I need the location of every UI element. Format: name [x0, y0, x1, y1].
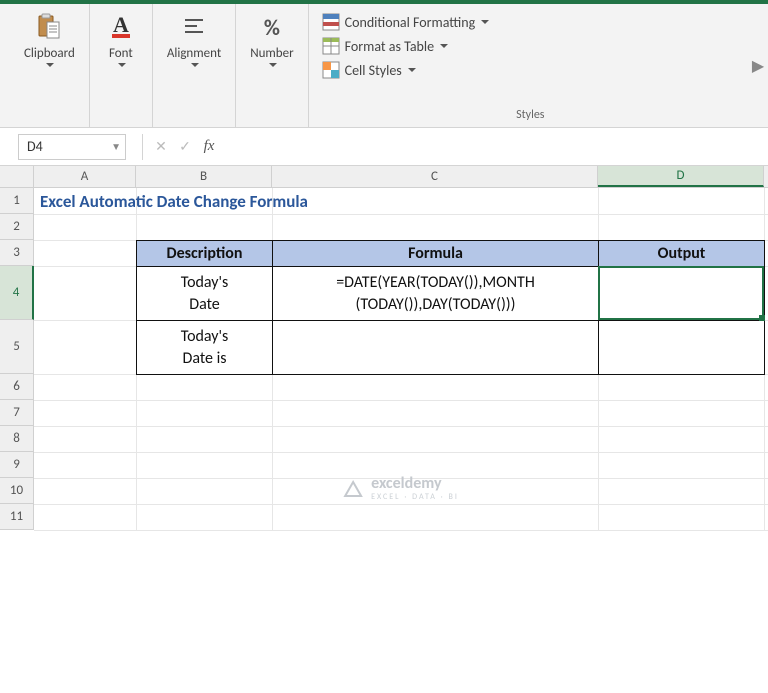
select-all-corner[interactable] — [0, 166, 34, 187]
conditional-formatting-icon — [321, 12, 341, 32]
row-head[interactable]: 1 — [0, 188, 34, 214]
row-head[interactable]: 10 — [0, 478, 34, 504]
cell-styles-button[interactable]: Cell Styles — [321, 58, 490, 82]
cell-output[interactable] — [599, 321, 765, 375]
col-head-A[interactable]: A — [34, 166, 136, 187]
chevron-down-icon — [191, 63, 199, 67]
data-table: Description Formula Output Today'sDate =… — [136, 240, 765, 375]
table-header[interactable]: Output — [599, 241, 765, 267]
enter-formula-button[interactable]: ✓ — [173, 135, 197, 159]
row-head[interactable]: 4 — [0, 266, 34, 320]
worksheet-grid[interactable]: A B C D 1 2 3 4 5 6 7 8 9 10 11 — [0, 166, 768, 693]
formula-input[interactable] — [221, 134, 768, 160]
ribbon-group-clipboard: Clipboard — [10, 4, 90, 128]
cell-description[interactable]: Today'sDate is — [137, 321, 273, 375]
row-head[interactable]: 9 — [0, 452, 34, 478]
alignment-icon — [177, 10, 211, 44]
formula-bar: D4 ▼ ✕ ✓ fx — [0, 128, 768, 166]
table-row: Today'sDate is — [137, 321, 765, 375]
col-head-B[interactable]: B — [136, 166, 272, 187]
chevron-down-icon — [440, 44, 448, 48]
exceldemy-logo-icon — [343, 478, 363, 498]
row-head[interactable]: 11 — [0, 504, 34, 530]
row-head[interactable]: 5 — [0, 320, 34, 374]
row-head[interactable]: 6 — [0, 374, 34, 400]
ribbon-group-alignment: Alignment — [153, 4, 236, 128]
row-head[interactable]: 7 — [0, 400, 34, 426]
font-button[interactable]: A Font — [104, 10, 138, 67]
name-box[interactable]: D4 ▼ — [18, 134, 126, 160]
svg-text:A: A — [113, 12, 129, 37]
cell-description[interactable]: Today'sDate — [137, 267, 273, 321]
number-label: Number — [250, 46, 293, 61]
conditional-formatting-button[interactable]: Conditional Formatting — [321, 10, 490, 34]
insert-function-button[interactable]: fx — [197, 135, 221, 159]
chevron-down-icon — [269, 63, 277, 67]
chevron-down-icon — [118, 63, 126, 67]
format-as-table-button[interactable]: Format as Table — [321, 34, 490, 58]
row-head[interactable]: 8 — [0, 426, 34, 452]
format-as-table-icon — [321, 36, 341, 56]
col-head-D[interactable]: D — [598, 166, 764, 187]
clipboard-button[interactable]: Clipboard — [24, 10, 75, 67]
styles-group-label: Styles — [516, 108, 544, 124]
table-header[interactable]: Formula — [273, 241, 599, 267]
paste-icon — [32, 10, 66, 44]
alignment-label: Alignment — [167, 46, 221, 61]
cell-output[interactable] — [599, 267, 765, 321]
cell-styles-icon — [321, 60, 341, 80]
cancel-formula-button[interactable]: ✕ — [149, 135, 173, 159]
ribbon-group-font: A Font — [90, 4, 153, 128]
clipboard-label: Clipboard — [24, 46, 75, 61]
row-head[interactable]: 3 — [0, 240, 34, 266]
chevron-down-icon — [46, 63, 54, 67]
row-head[interactable]: 2 — [0, 214, 34, 240]
number-button[interactable]: % Number — [250, 10, 293, 67]
chevron-down-icon — [481, 20, 489, 24]
alignment-button[interactable]: Alignment — [167, 10, 221, 67]
cell-formula[interactable]: =DATE(YEAR(TODAY()),MONTH(TODAY()),DAY(T… — [273, 267, 599, 321]
chevron-down-icon — [408, 68, 416, 72]
percent-icon: % — [255, 10, 289, 44]
ribbon-group-number: % Number — [236, 4, 308, 128]
table-row: Today'sDate =DATE(YEAR(TODAY()),MONTH(TO… — [137, 267, 765, 321]
table-header[interactable]: Description — [137, 241, 273, 267]
ribbon-group-styles: Conditional Formatting Format as Table C… — [309, 4, 748, 128]
watermark: exceldemy EXCEL · DATA · BI — [343, 474, 459, 502]
sheet-title: Excel Automatic Date Change Formula — [40, 191, 308, 212]
col-head-C[interactable]: C — [272, 166, 598, 187]
cell-formula[interactable] — [273, 321, 599, 375]
ribbon-collapse-button[interactable]: ▶ — [748, 56, 768, 76]
ribbon: Clipboard A Font — [0, 4, 748, 128]
font-icon: A — [104, 10, 138, 44]
chevron-down-icon: ▼ — [111, 140, 121, 153]
font-label: Font — [109, 46, 133, 61]
